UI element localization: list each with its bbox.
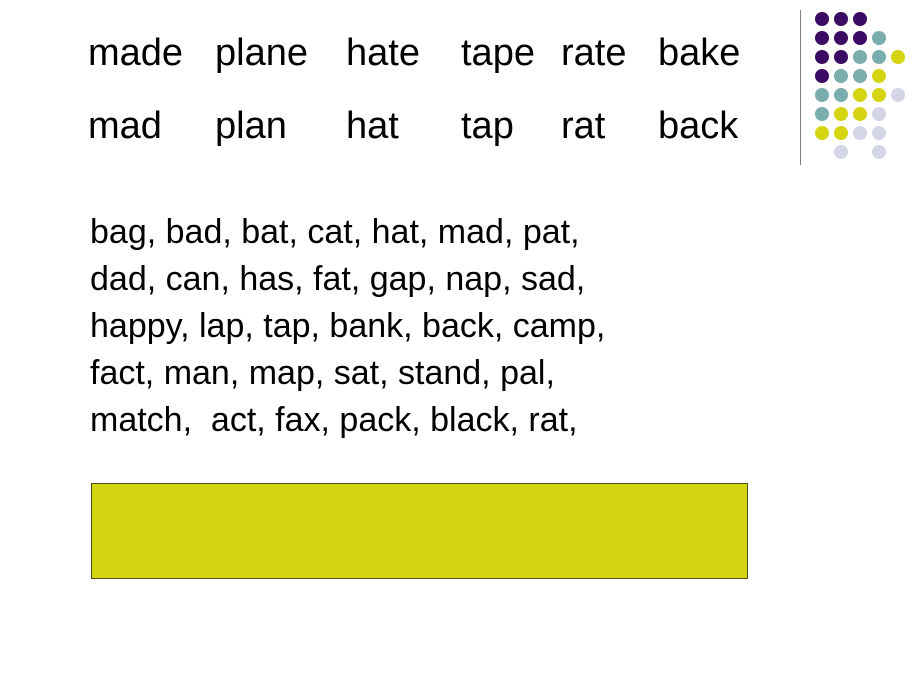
logo-dot-yellow — [834, 107, 848, 121]
logo-dot-teal — [815, 88, 829, 102]
word-list-line: match, act, fax, pack, black, rat, — [90, 401, 578, 439]
word-rat: rat — [561, 105, 606, 147]
word-list-line: fact, man, map, sat, stand, pal, — [90, 354, 555, 392]
logo-dot-yellow — [815, 126, 829, 140]
logo-dot-yellow — [834, 126, 848, 140]
logo-dot-lavender — [872, 126, 886, 140]
word-tap: tap — [461, 105, 514, 147]
word-plane: plane — [215, 32, 308, 74]
logo-dot-purple — [834, 50, 848, 64]
word-pair-table: made plane hate tape rate bake mad plan … — [88, 34, 760, 180]
logo-dot-purple — [815, 31, 829, 45]
logo-dot-purple — [853, 31, 867, 45]
word-made: made — [88, 32, 184, 74]
logo-dot-lavender — [891, 88, 905, 102]
logo-dot-lavender — [872, 107, 886, 121]
word-row-short-vowel: mad plan hat tap rat back — [88, 107, 760, 180]
yellow-highlight-box — [91, 483, 748, 579]
word-row-long-vowel: made plane hate tape rate bake — [88, 34, 760, 107]
logo-dot-yellow — [872, 69, 886, 83]
logo-dot-yellow — [872, 88, 886, 102]
logo-dot-purple — [815, 69, 829, 83]
word-hate: hate — [346, 32, 420, 74]
logo-dot-teal — [872, 50, 886, 64]
word-bake: bake — [658, 32, 741, 74]
decorative-dot-matrix-logo — [815, 12, 915, 167]
logo-dot-lavender — [872, 145, 886, 159]
logo-dot-purple — [834, 12, 848, 26]
short-a-word-list: bag, bad, bat, cat, hat, mad, pat, dad, … — [90, 209, 750, 444]
word-list-line: bag, bad, bat, cat, hat, mad, pat, — [90, 213, 580, 251]
logo-dot-purple — [815, 50, 829, 64]
logo-dot-teal — [815, 107, 829, 121]
word-mad: mad — [88, 105, 162, 147]
logo-dot-lavender — [834, 145, 848, 159]
logo-dot-yellow — [853, 107, 867, 121]
logo-dot-teal — [834, 88, 848, 102]
word-plan: plan — [215, 105, 287, 147]
logo-dot-teal — [853, 69, 867, 83]
logo-dot-teal — [872, 31, 886, 45]
word-hat: hat — [346, 105, 399, 147]
logo-dot-yellow — [891, 50, 905, 64]
logo-dot-purple — [853, 12, 867, 26]
logo-dot-lavender — [853, 126, 867, 140]
word-tape: tape — [461, 32, 535, 74]
word-list-line: dad, can, has, fat, gap, nap, sad, — [90, 260, 586, 298]
slide-canvas: made plane hate tape rate bake mad plan … — [0, 0, 920, 690]
logo-dot-teal — [853, 50, 867, 64]
word-rate: rate — [561, 32, 627, 74]
word-list-line: happy, lap, tap, bank, back, camp, — [90, 307, 606, 345]
logo-dot-purple — [815, 12, 829, 26]
logo-dot-yellow — [853, 88, 867, 102]
logo-dot-teal — [834, 69, 848, 83]
word-back: back — [658, 105, 739, 147]
logo-dot-purple — [834, 31, 848, 45]
vertical-divider-line — [800, 10, 801, 165]
